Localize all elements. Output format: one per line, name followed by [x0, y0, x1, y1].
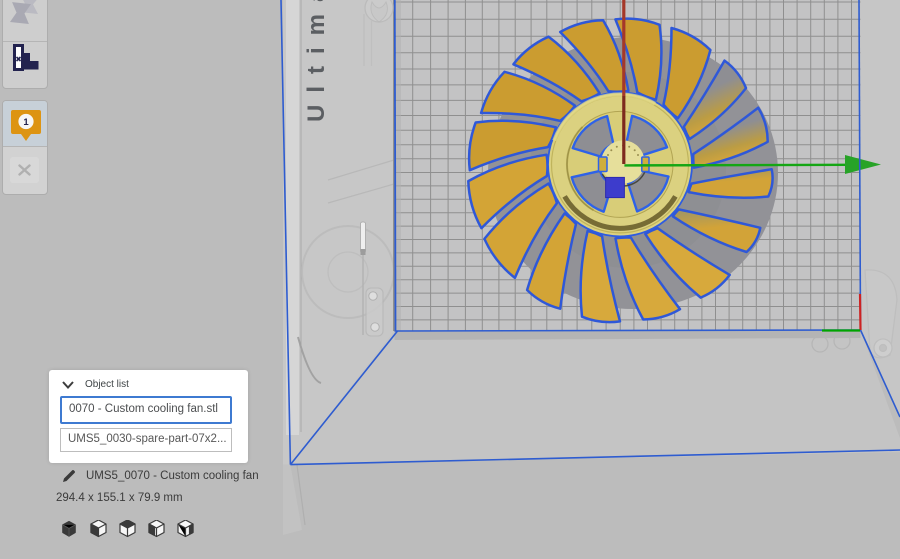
svg-text:1: 1 — [23, 117, 29, 128]
